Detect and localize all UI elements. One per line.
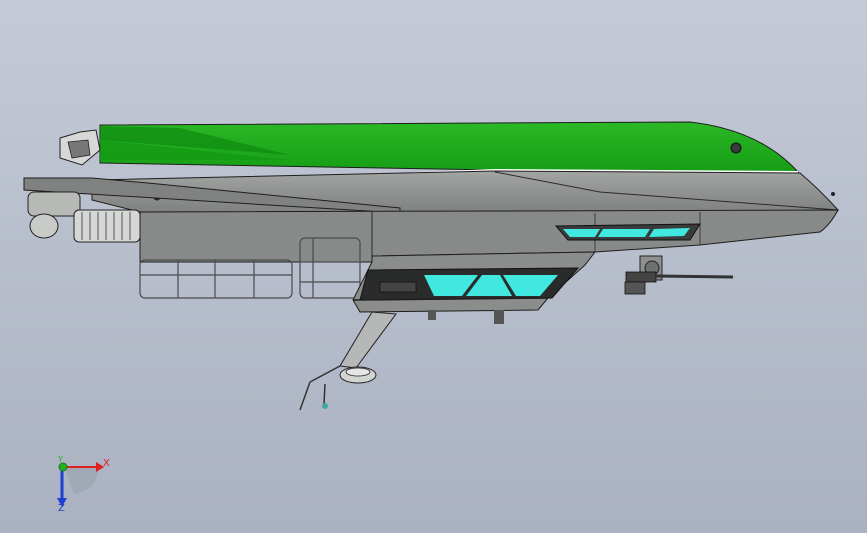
cabin-fitting-1 xyxy=(428,310,436,320)
y-axis-label: Y xyxy=(58,455,63,464)
x-axis-label: X xyxy=(103,458,110,469)
cabin-fitting-2 xyxy=(494,310,504,324)
bow-tip-icon xyxy=(831,192,835,196)
z-axis-label: Z xyxy=(58,503,65,514)
upper-windows xyxy=(554,223,701,241)
cad-viewport[interactable]: X Y Z xyxy=(0,0,867,533)
deck-hatch-icon xyxy=(730,142,742,154)
cad-scene[interactable] xyxy=(0,0,867,533)
